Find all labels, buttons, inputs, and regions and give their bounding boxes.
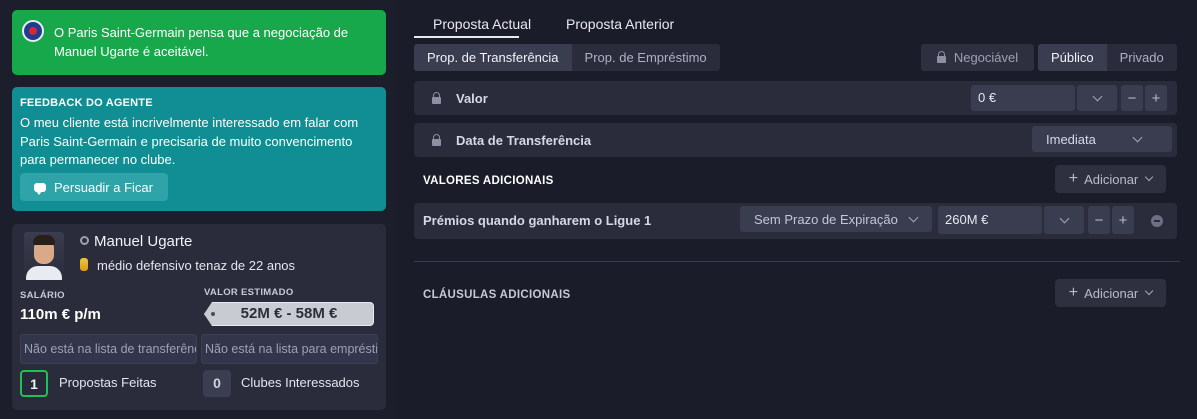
- negotiation-status-text: O Paris Saint-Germain pensa que a negoci…: [54, 25, 349, 59]
- left-panel: O Paris Saint-Germain pensa que a negoci…: [0, 0, 396, 419]
- offer-type-switch: Prop. de Transferência Prop. de Emprésti…: [414, 44, 720, 71]
- tab-transfer-offer[interactable]: Prop. de Transferência: [414, 44, 572, 71]
- club-crest-icon: [22, 20, 44, 42]
- interested-clubs-count[interactable]: 0: [203, 370, 231, 397]
- transfer-list-status[interactable]: Não está na lista de transferências: [20, 334, 197, 364]
- tab-previous-offer[interactable]: Proposta Anterior: [566, 16, 674, 32]
- bonus-decrease-button[interactable]: −: [1088, 206, 1110, 234]
- value-row: Valor 0 € − +: [414, 81, 1177, 115]
- player-description: médio defensivo tenaz de 22 anos: [97, 258, 296, 273]
- lock-icon: [432, 134, 441, 146]
- remove-bonus-icon[interactable]: [1151, 215, 1163, 227]
- visibility-switch: Público Privado: [1038, 44, 1177, 71]
- agent-feedback-text: O meu cliente está incrivelmente interes…: [20, 115, 359, 167]
- salary-value: 110m € p/m: [20, 306, 101, 323]
- bonus-expiry-select[interactable]: Sem Prazo de Expiração: [740, 206, 932, 232]
- loan-list-status[interactable]: Não está na lista para empréstimo: [201, 334, 378, 364]
- tag-hole-icon: [211, 312, 215, 316]
- lock-icon: [936, 51, 946, 63]
- offers-count[interactable]: 1: [20, 370, 48, 397]
- interested-clubs-label: Clubes Interessados: [241, 375, 360, 390]
- right-panel: Proposta Actual Proposta Anterior Prop. …: [396, 0, 1197, 419]
- bonus-label: Prémios quando ganharem o Ligue 1: [423, 213, 652, 228]
- persuade-to-stay-button[interactable]: Persuadir a Ficar: [20, 173, 168, 201]
- bonus-value-input[interactable]: 260M €: [938, 206, 1042, 234]
- private-option[interactable]: Privado: [1107, 44, 1177, 71]
- agent-feedback-title: FEEDBACK DO AGENTE: [20, 97, 153, 109]
- additional-clauses-title: CLÁUSULAS ADICIONAIS: [423, 289, 571, 301]
- persuade-button-label: Persuadir a Ficar: [54, 179, 153, 195]
- plus-icon: +: [1068, 170, 1079, 187]
- transfer-date-value: Imediata: [1046, 131, 1096, 147]
- chevron-down-icon: [908, 212, 919, 222]
- value-label: Valor: [456, 91, 488, 106]
- negotiation-status-card: O Paris Saint-Germain pensa que a negoci…: [12, 10, 386, 75]
- active-tab-indicator: [414, 36, 519, 38]
- negotiable-label: Negociável: [953, 50, 1019, 65]
- plus-icon: +: [1068, 284, 1079, 301]
- estimated-value-label: VALOR ESTIMADO: [204, 287, 294, 298]
- public-option[interactable]: Público: [1038, 44, 1107, 71]
- chevron-down-icon: [1059, 213, 1069, 223]
- agent-feedback-card: FEEDBACK DO AGENTE O meu cliente está in…: [12, 87, 386, 211]
- chat-icon: [34, 182, 46, 195]
- bonus-increase-button[interactable]: +: [1112, 206, 1134, 234]
- player-status-icon: [80, 236, 89, 245]
- chevron-down-icon: [1092, 91, 1102, 101]
- tab-current-offer[interactable]: Proposta Actual: [433, 16, 531, 32]
- transfer-date-select[interactable]: Imediata: [1032, 126, 1172, 152]
- salary-label: SALÁRIO: [20, 290, 65, 301]
- player-card: Manuel Ugarte médio defensivo tenaz de 2…: [12, 224, 386, 410]
- personality-icon: [80, 258, 88, 271]
- chevron-down-icon: [1132, 132, 1143, 142]
- avatar[interactable]: [24, 232, 64, 280]
- offers-label: Propostas Feitas: [59, 375, 157, 390]
- bonus-expiry-value: Sem Prazo de Expiração: [754, 211, 898, 227]
- negotiable-button[interactable]: Negociável: [921, 44, 1034, 71]
- add-value-label: Adicionar: [1084, 171, 1139, 187]
- transfer-date-label: Data de Transferência: [456, 133, 592, 148]
- add-value-button[interactable]: + Adicionar: [1055, 165, 1166, 193]
- section-divider: [414, 261, 1180, 262]
- add-clause-label: Adicionar: [1084, 285, 1139, 301]
- player-name[interactable]: Manuel Ugarte: [94, 233, 192, 250]
- chevron-down-icon: [1145, 172, 1154, 182]
- tab-loan-offer[interactable]: Prop. de Empréstimo: [572, 44, 720, 71]
- value-increase-button[interactable]: +: [1145, 85, 1167, 111]
- chevron-down-icon: [1145, 286, 1154, 296]
- value-dropdown-button[interactable]: [1077, 85, 1117, 111]
- value-decrease-button[interactable]: −: [1121, 85, 1143, 111]
- bonus-row: Prémios quando ganharem o Ligue 1 Sem Pr…: [414, 203, 1177, 239]
- estimated-value: 52M € - 58M €: [240, 305, 338, 322]
- estimated-value-tag: 52M € - 58M €: [204, 302, 374, 326]
- additional-values-title: VALORES ADICIONAIS: [423, 175, 554, 187]
- lock-icon: [432, 92, 441, 104]
- value-input[interactable]: 0 €: [971, 85, 1075, 111]
- bonus-value-dropdown-button[interactable]: [1044, 206, 1084, 234]
- add-clause-button[interactable]: + Adicionar: [1055, 279, 1166, 307]
- transfer-date-row: Data de Transferência Imediata: [414, 123, 1177, 157]
